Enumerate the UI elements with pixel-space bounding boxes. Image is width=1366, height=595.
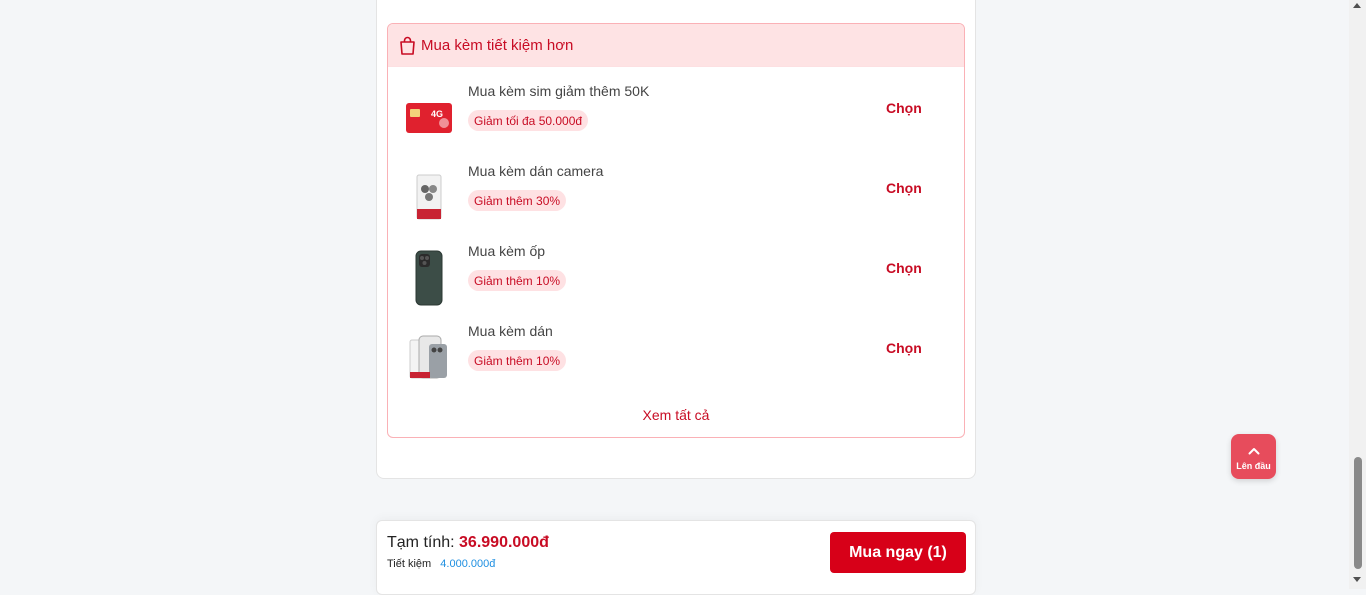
choose-button[interactable]: Chọn [886,100,922,116]
vertical-scrollbar[interactable] [1349,0,1366,589]
subtotal: Tạm tính: 36.990.000đ [387,534,549,552]
discount-badge: Giảm thêm 30% [468,190,567,211]
back-to-top-label: Lên đầu [1236,461,1271,471]
discount-badge: Giảm thêm 10% [468,270,567,291]
discount-badge: Giảm tối đa 50.000đ [468,110,589,131]
bundle-section: Mua kèm tiết kiệm hơn 4G Mua kèm sim giả… [387,23,965,438]
bundle-item-screen-protector: Mua kèm dán Giảm thêm 10% Chọn [388,323,964,393]
choose-button[interactable]: Chọn [886,340,922,356]
checkout-bar: Tạm tính: 36.990.000đ Tiết kiệm 4.000.00… [376,520,976,595]
scrollbar-thumb[interactable] [1354,457,1362,569]
bundle-item-camera-protector: Mua kèm dán camera Giảm thêm 30% Chọn [388,163,964,233]
see-all-link[interactable]: Xem tất cả [388,407,964,423]
item-name: Mua kèm dán camera [468,163,604,179]
chevron-up-icon [1248,442,1260,460]
choose-button[interactable]: Chọn [886,180,922,196]
savings: Tiết kiệm 4.000.000đ [387,558,495,570]
back-to-top-button[interactable]: Lên đầu [1231,434,1276,479]
bundle-header: Mua kèm tiết kiệm hơn [388,24,964,67]
item-name: Mua kèm sim giảm thêm 50K [468,83,650,99]
savings-value: 4.000.000đ [440,558,496,570]
shopping-bag-icon [399,36,416,55]
svg-text:4G: 4G [431,109,443,119]
phone-case-image [402,247,456,309]
bundle-item-case: Mua kèm ốp Giảm thêm 10% Chọn [388,243,964,313]
choose-button[interactable]: Chọn [886,260,922,276]
sim-card-image: 4G [402,87,456,149]
item-name: Mua kèm dán [468,323,553,339]
discount-badge: Giảm thêm 10% [468,350,567,371]
scroll-up-icon[interactable] [1353,3,1361,8]
bundle-title: Mua kèm tiết kiệm hơn [421,36,574,54]
screen-protector-image [402,327,456,389]
subtotal-label: Tạm tính: [387,534,455,551]
buy-now-button[interactable]: Mua ngay (1) [830,532,966,573]
savings-label: Tiết kiệm [387,558,432,570]
scroll-down-icon[interactable] [1353,577,1361,582]
item-name: Mua kèm ốp [468,243,546,259]
bundle-item-sim: 4G Mua kèm sim giảm thêm 50K Giảm tối đa… [388,83,964,153]
camera-protector-image [402,167,456,229]
subtotal-value: 36.990.000đ [459,534,549,551]
